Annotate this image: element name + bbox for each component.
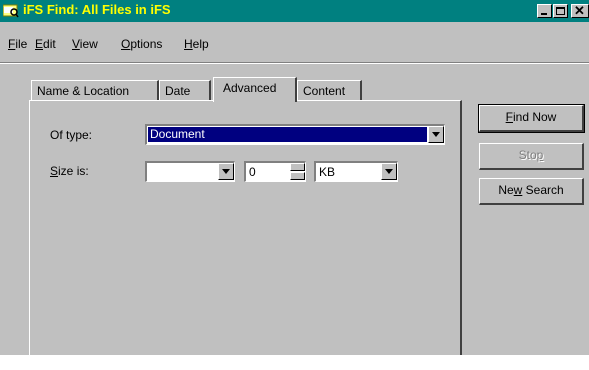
menu-options[interactable]: Options — [121, 37, 162, 51]
window-title: iFS Find: All Files in iFS — [23, 2, 171, 17]
size-number-value: 0 — [249, 165, 256, 179]
spin-down-icon[interactable] — [290, 172, 305, 180]
spin-up-icon[interactable] — [290, 163, 305, 171]
tab-content[interactable]: Content — [297, 80, 362, 102]
menu-separator — [0, 62, 589, 64]
tab-advanced[interactable]: Advanced — [213, 77, 297, 102]
maximize-icon — [556, 7, 565, 15]
chevron-down-icon[interactable] — [218, 163, 234, 180]
tab-date[interactable]: Date — [159, 80, 211, 102]
tab-label: Advanced — [223, 81, 277, 95]
of-type-value: Document — [148, 127, 427, 142]
find-now-button[interactable]: Find Now — [478, 104, 585, 133]
minimize-icon — [541, 13, 547, 15]
tab-label: Date — [165, 84, 191, 98]
advanced-panel: Of type: Document Size is: 0 KB — [29, 100, 462, 355]
find-now-rest: ind Now — [512, 110, 557, 124]
chevron-down-icon[interactable] — [381, 163, 397, 180]
menu-file[interactable]: File — [8, 37, 27, 51]
close-icon: ✕ — [574, 3, 585, 18]
size-number-input[interactable]: 0 — [244, 161, 306, 182]
maximize-button[interactable] — [553, 4, 568, 18]
menu-help[interactable]: Help — [184, 37, 209, 51]
chevron-down-icon[interactable] — [428, 126, 444, 143]
of-type-select[interactable]: Document — [145, 124, 445, 145]
find-now-accel: F — [505, 110, 513, 124]
menu-bar: File Edit View Options Help — [0, 34, 589, 54]
menu-view[interactable]: View — [72, 37, 98, 51]
minimize-button[interactable] — [537, 4, 552, 18]
close-button[interactable]: ✕ — [571, 3, 589, 18]
of-type-label: Of type: — [50, 128, 93, 142]
tab-label: Content — [303, 84, 346, 98]
find-window: iFS Find: All Files in iFS ✕ File Edit V… — [0, 0, 589, 355]
size-label: Size is: — [50, 164, 89, 178]
stop-button[interactable]: Stop — [479, 143, 584, 170]
size-unit-value: KB — [319, 165, 336, 179]
size-unit-select[interactable]: KB — [314, 161, 398, 182]
new-search-button[interactable]: New Search — [479, 178, 584, 205]
tab-name-location[interactable]: Name & Location — [31, 80, 159, 102]
find-app-icon — [3, 4, 19, 18]
menu-edit[interactable]: Edit — [35, 37, 56, 51]
size-condition-select[interactable] — [145, 161, 235, 182]
title-bar[interactable]: iFS Find: All Files in iFS ✕ — [0, 0, 589, 22]
tab-label: Name & Location — [37, 84, 130, 98]
